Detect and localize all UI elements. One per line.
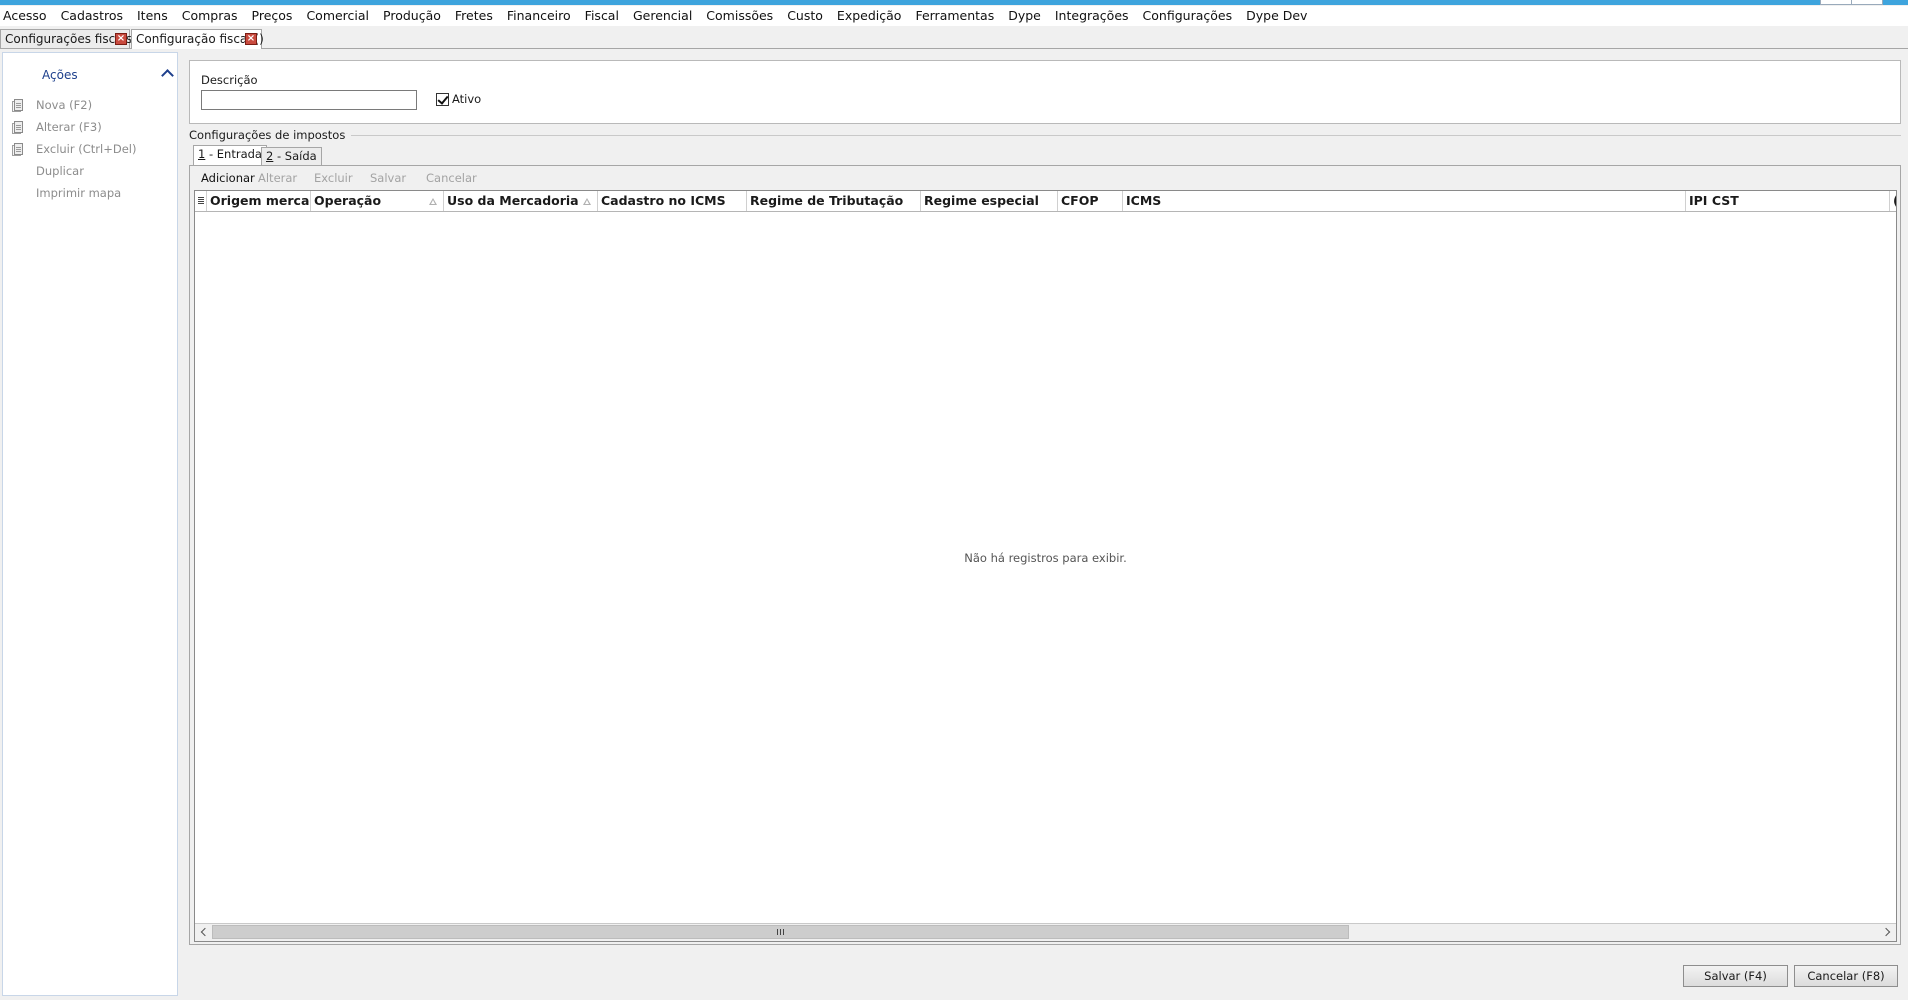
col-origem-mercadoria[interactable]: Origem mercad	[207, 191, 311, 211]
document-tabs: Configurações fiscais × Configuração fis…	[0, 29, 1908, 49]
descricao-label: Descrição	[201, 73, 258, 87]
col-cadastro-icms[interactable]: Cadastro no ICMS	[598, 191, 747, 211]
impostos-group-title: Configurações de impostos	[189, 128, 352, 142]
col-next[interactable]: (	[1890, 191, 1896, 211]
document-delete-icon	[12, 143, 24, 156]
scroll-thumb[interactable]	[212, 925, 1349, 939]
actions-header[interactable]: Ações	[3, 53, 177, 97]
ativo-checkbox[interactable]	[436, 93, 449, 106]
cancelar-grid-button[interactable]: Cancelar	[426, 171, 477, 185]
col-operacao[interactable]: Operação	[311, 191, 444, 211]
action-label: Alterar (F3)	[36, 120, 102, 134]
tab-entrada[interactable]: 1 - Entrada	[193, 145, 267, 166]
ativo-label: Ativo	[452, 92, 482, 106]
menu-comercial[interactable]: Comercial	[299, 6, 376, 26]
empty-message: Não há registros para exibir.	[964, 551, 1127, 565]
scroll-left-icon[interactable]	[195, 924, 212, 940]
impostos-grid: Origem mercad Operação Uso da Mercadoria…	[194, 190, 1897, 942]
tab-configuracao-fiscal[interactable]: Configuração fiscal () ×	[131, 29, 264, 49]
action-nova[interactable]: Nova (F2)	[3, 97, 177, 115]
action-label: Imprimir mapa	[36, 186, 122, 200]
col-ipi-cst[interactable]: IPI CST	[1686, 191, 1890, 211]
excluir-button[interactable]: Excluir	[314, 171, 353, 185]
tab-saida[interactable]: 2 - Saída	[261, 147, 322, 165]
document-new-icon	[12, 99, 24, 112]
description-panel: Descrição Ativo	[189, 60, 1901, 124]
sort-icon	[429, 198, 437, 205]
menu-dype[interactable]: Dype	[1001, 6, 1048, 26]
cancel-button[interactable]: Cancelar (F8)	[1794, 965, 1898, 987]
action-duplicar[interactable]: Duplicar	[3, 163, 177, 181]
salvar-grid-button[interactable]: Salvar	[370, 171, 406, 185]
grid-header: Origem mercad Operação Uso da Mercadoria…	[195, 191, 1896, 212]
title-bar	[0, 0, 1908, 5]
menu-custo[interactable]: Custo	[780, 6, 830, 26]
col-uso-mercadoria[interactable]: Uso da Mercadoria	[444, 191, 598, 211]
action-label: Excluir (Ctrl+Del)	[36, 142, 137, 156]
menu-fretes[interactable]: Fretes	[448, 6, 500, 26]
sort-icon	[583, 198, 591, 205]
descricao-input[interactable]	[201, 90, 417, 110]
action-excluir[interactable]: Excluir (Ctrl+Del)	[3, 141, 177, 159]
save-button[interactable]: Salvar (F4)	[1683, 965, 1788, 987]
impostos-tab-panel: Adicionar Alterar Excluir Salvar Cancela…	[189, 165, 1901, 945]
scroll-right-icon[interactable]	[1879, 924, 1896, 940]
alterar-button[interactable]: Alterar	[258, 171, 297, 185]
application-window: Acesso Cadastros Itens Compras Preços Co…	[0, 0, 1908, 1000]
menu-fiscal[interactable]: Fiscal	[578, 6, 626, 26]
adicionar-button[interactable]: Adicionar	[201, 171, 255, 185]
main-content: Descrição Ativo Configurações de imposto…	[183, 52, 1905, 996]
actions-title: Ações	[42, 68, 78, 82]
menu-configuracoes[interactable]: Configurações	[1136, 6, 1240, 26]
col-cfop[interactable]: CFOP	[1058, 191, 1123, 211]
menu-compras[interactable]: Compras	[175, 6, 245, 26]
maximize-button[interactable]	[1851, 0, 1883, 5]
grip-icon	[776, 929, 778, 935]
tabs-divider	[0, 48, 1908, 49]
menu-ferramentas[interactable]: Ferramentas	[908, 6, 1001, 26]
action-imprimir-mapa[interactable]: Imprimir mapa	[3, 185, 177, 203]
tab-configuracoes-fiscais[interactable]: Configurações fiscais ×	[0, 29, 133, 48]
menu-producao[interactable]: Produção	[376, 6, 448, 26]
close-icon[interactable]: ×	[115, 33, 127, 45]
menu-itens[interactable]: Itens	[130, 6, 175, 26]
action-label: Duplicar	[36, 164, 84, 178]
minimize-button[interactable]	[1820, 0, 1852, 5]
tab-label: - Saída	[273, 149, 317, 163]
chevron-up-icon[interactable]	[161, 69, 174, 82]
menu-cadastros[interactable]: Cadastros	[54, 6, 130, 26]
menu-dype-dev[interactable]: Dype Dev	[1239, 6, 1314, 26]
column-chooser-icon[interactable]	[195, 191, 207, 211]
menu-integracoes[interactable]: Integrações	[1048, 6, 1136, 26]
actions-panel: Ações Nova (F2) Alterar (F3) Excluir (Ct…	[2, 52, 178, 996]
document-edit-icon	[12, 121, 24, 134]
menu-expedicao[interactable]: Expedição	[830, 6, 909, 26]
menu-precos[interactable]: Preços	[245, 6, 300, 26]
close-icon[interactable]: ×	[245, 33, 257, 45]
menu-bar: Acesso Cadastros Itens Compras Preços Co…	[0, 6, 1908, 26]
tab-label: - Entrada	[205, 147, 262, 161]
col-regime-especial[interactable]: Regime especial	[921, 191, 1058, 211]
menu-acesso[interactable]: Acesso	[0, 6, 54, 26]
menu-financeiro[interactable]: Financeiro	[500, 6, 578, 26]
horizontal-scrollbar[interactable]	[195, 923, 1896, 941]
action-alterar[interactable]: Alterar (F3)	[3, 119, 177, 137]
col-regime-tributacao[interactable]: Regime de Tributação	[747, 191, 921, 211]
menu-comissoes[interactable]: Comissões	[699, 6, 780, 26]
group-divider	[189, 135, 1901, 136]
col-icms[interactable]: ICMS	[1123, 191, 1686, 211]
action-label: Nova (F2)	[36, 98, 93, 112]
grid-toolbar: Adicionar Alterar Excluir Salvar Cancela…	[190, 166, 1900, 188]
tab-label: Configurações fiscais	[5, 32, 133, 46]
menu-gerencial[interactable]: Gerencial	[626, 6, 699, 26]
